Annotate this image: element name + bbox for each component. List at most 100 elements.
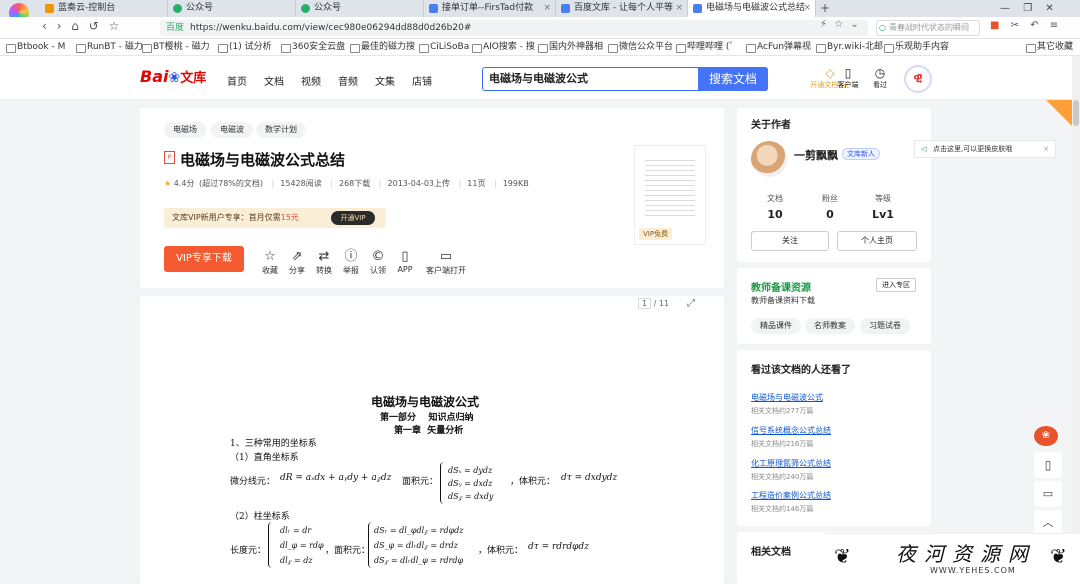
window-controls: — ❐ ✕ xyxy=(1000,0,1054,17)
gift-icon[interactable]: ❀ xyxy=(1034,426,1058,446)
bookmark-item[interactable]: 最佳的磁力搜 xyxy=(350,39,415,56)
tab-gongzhonghao-1[interactable]: 公众号 xyxy=(168,0,296,17)
search-docs-button[interactable]: 搜索文档 xyxy=(698,67,768,91)
tab-gongzhonghao-2[interactable]: 公众号 xyxy=(296,0,424,17)
wechat-icon xyxy=(301,4,310,13)
close-tab-icon[interactable]: × xyxy=(543,0,551,17)
lightning-icon[interactable]: ⚡ xyxy=(820,19,827,30)
bookmark-item[interactable]: Byr.wiki-北邮 xyxy=(816,39,883,56)
section-cartesian: （1）直角坐标系 xyxy=(230,453,299,463)
author-name[interactable]: 一剪飘飘 xyxy=(794,147,838,163)
also-viewed-title: 看过该文档的人还看了 xyxy=(751,365,851,376)
close-tab-icon[interactable]: × xyxy=(675,0,683,17)
profile-button[interactable]: 个人主页 xyxy=(837,231,917,251)
bookmark-item[interactable]: AIO搜索 - 搜 xyxy=(472,39,535,56)
star-icon[interactable]: ☆ xyxy=(834,19,843,30)
bookmark-item[interactable]: 微信公众平台 xyxy=(608,39,673,56)
author-avatar[interactable] xyxy=(751,141,787,177)
bookmark-item[interactable]: 乐观助手内容 xyxy=(884,39,949,56)
content-chapter: 第一章 矢量分析 xyxy=(394,426,464,436)
doc-thumbnail[interactable]: VIP免费 xyxy=(634,145,706,245)
also-viewed-link[interactable]: 电磁场与电磁波公式 xyxy=(751,392,823,403)
chevron-down-icon[interactable]: ⌄ xyxy=(850,19,858,30)
collect-button[interactable]: ☆ 收藏 xyxy=(258,249,282,276)
minimize-icon[interactable]: — xyxy=(1000,3,1010,14)
nav-home[interactable]: 首页 xyxy=(227,73,247,88)
undo-icon[interactable]: ↶ xyxy=(1030,20,1038,31)
scrollbar[interactable] xyxy=(1072,56,1080,584)
client-open-button[interactable]: ▭ 客户端打开 xyxy=(426,249,466,276)
app-button[interactable]: ▯ APP xyxy=(393,249,417,274)
bookmark-item[interactable]: RunBT - 磁力 xyxy=(76,39,143,56)
close-window-icon[interactable]: ✕ xyxy=(1045,3,1053,14)
feedback-icon[interactable]: ▭ xyxy=(1034,481,1062,507)
bookmark-item[interactable]: 360安全云盘 xyxy=(281,39,345,56)
bookmark-item[interactable]: 哔哩哔哩 (゜ xyxy=(676,39,738,56)
tab-current-doc[interactable]: 电磁场与电磁波公式总结 × xyxy=(688,0,816,17)
close-tab-icon[interactable]: × xyxy=(803,0,811,17)
nav-audio[interactable]: 音频 xyxy=(338,73,358,88)
history-entry[interactable]: ◷ 看过 xyxy=(866,66,894,90)
browser-search-box[interactable]: ○ 青春战时代状态的瞬间 xyxy=(876,20,980,36)
follow-button[interactable]: 关注 xyxy=(751,231,829,251)
undo-icon[interactable]: ↺ xyxy=(89,19,99,33)
tab-favicon-icon xyxy=(429,4,438,13)
open-vip-button[interactable]: 开通VIP xyxy=(331,211,375,225)
convert-button[interactable]: ⇄ 转换 xyxy=(312,249,336,276)
nav-shops[interactable]: 店铺 xyxy=(412,73,432,88)
share-button[interactable]: ⇗ 分享 xyxy=(285,249,309,276)
nav-collections[interactable]: 文集 xyxy=(375,73,395,88)
tab-lanzou[interactable]: 蓝奏云-控制台 xyxy=(40,0,168,17)
close-icon[interactable]: × xyxy=(1043,141,1049,157)
wechat-icon xyxy=(173,4,182,13)
claim-button[interactable]: © 认领 xyxy=(366,249,390,276)
tag-chip[interactable]: 电磁场 xyxy=(164,122,206,138)
rating-star-icon: ★ xyxy=(164,179,172,188)
url-input[interactable]: 百度 https://wenku.baidu.com/view/cec980e06… xyxy=(160,20,868,36)
nav-docs[interactable]: 文档 xyxy=(264,73,284,88)
apps-icon[interactable]: ■ xyxy=(990,20,999,31)
also-viewed-meta: 相关文档约277万篇 xyxy=(751,407,814,415)
avatar[interactable]: ዊ xyxy=(904,65,932,93)
bookmark-item[interactable]: AcFun弹幕视 xyxy=(746,39,811,56)
mobile-icon[interactable]: ▯ xyxy=(1034,452,1062,478)
clock-icon: ◷ xyxy=(874,66,886,80)
menu-icon[interactable]: ≡ xyxy=(1050,20,1058,31)
tag-chip[interactable]: 数学计划 xyxy=(256,122,306,138)
page-input[interactable]: 1 xyxy=(638,298,652,309)
also-viewed-link[interactable]: 化工原理氮筛公式总结 xyxy=(751,458,831,469)
bookmark-item[interactable]: 国内外神器相 xyxy=(538,39,603,56)
section-coords: 1、三种常用的坐标系 xyxy=(230,439,317,449)
tab-order[interactable]: 接单订单--FirsTad付款 × xyxy=(424,0,556,17)
teacher-chip[interactable]: 名师教案 xyxy=(805,318,855,334)
nav-video[interactable]: 视频 xyxy=(301,73,321,88)
new-tab-button[interactable]: + xyxy=(820,0,830,17)
watermark-text: 夜河资源网 xyxy=(896,542,1036,566)
client-entry[interactable]: ▯ 客户端 xyxy=(834,66,862,90)
enter-zone-button[interactable]: 进入专区 xyxy=(876,278,916,292)
vip-download-button[interactable]: VIP专享下载 xyxy=(164,246,244,272)
skin-corner-icon[interactable] xyxy=(1046,100,1072,126)
tag-chip[interactable]: 电磁波 xyxy=(211,122,253,138)
baidu-wenku-logo[interactable]: Bai❀文库 xyxy=(140,67,206,87)
stat-fans: 粉丝 0 xyxy=(822,194,838,221)
restore-icon[interactable]: ❐ xyxy=(1023,3,1032,14)
bookmark-item[interactable]: BT樱桃 - 磁力 xyxy=(142,39,210,56)
also-viewed-link[interactable]: 信号系统概念公式总结 xyxy=(751,425,831,436)
teacher-chip[interactable]: 精品课件 xyxy=(751,318,801,334)
teacher-chip[interactable]: 习题试卷 xyxy=(860,318,910,334)
scissors-icon[interactable]: ✂ xyxy=(1011,20,1019,31)
bookmark-item[interactable]: 其它收藏 xyxy=(1026,39,1080,56)
scrollbar-thumb[interactable] xyxy=(1073,100,1079,126)
fullscreen-icon[interactable]: ⤢ xyxy=(687,298,695,309)
bookmark-star-icon[interactable]: ☆ xyxy=(109,19,120,33)
bookmark-item[interactable]: (1) 试分析 xyxy=(218,39,272,56)
tab-wenku-home[interactable]: 百度文库 - 让每个人平等 × xyxy=(556,0,688,17)
back-icon[interactable]: ‹ xyxy=(42,19,47,33)
report-button[interactable]: ⓘ 举报 xyxy=(339,249,363,276)
home-icon[interactable]: ⌂ xyxy=(71,19,79,33)
also-viewed-link[interactable]: 工程造价案例公式总结 xyxy=(751,490,831,501)
bookmark-item[interactable]: CiLiSoBa xyxy=(419,39,469,56)
forward-icon[interactable]: › xyxy=(57,19,62,33)
bookmark-item[interactable]: Btbook - M xyxy=(6,39,65,56)
